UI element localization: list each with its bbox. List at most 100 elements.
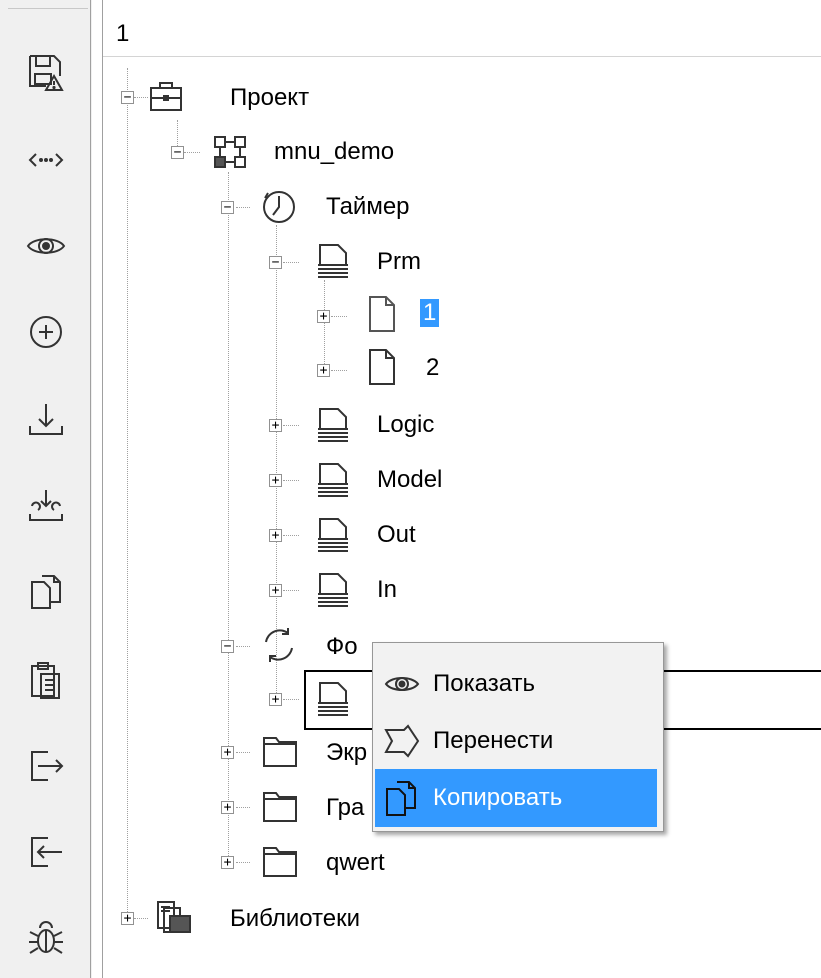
expand-toggle[interactable]: + bbox=[221, 856, 234, 869]
tree-line bbox=[236, 207, 250, 208]
tree-node-phone[interactable]: Фо bbox=[326, 633, 358, 661]
expand-toggle[interactable]: + bbox=[121, 912, 134, 925]
add-button[interactable] bbox=[20, 304, 72, 360]
tree-line bbox=[283, 262, 299, 263]
tree-line bbox=[236, 807, 250, 808]
import-icon bbox=[29, 490, 63, 521]
stack-icon bbox=[318, 463, 348, 497]
move-arrow-icon bbox=[384, 724, 420, 758]
tree-node-project[interactable]: Проект bbox=[230, 84, 309, 112]
tree-line bbox=[283, 480, 299, 481]
tree-node-libraries[interactable]: Библиотеки bbox=[230, 905, 360, 933]
view-button[interactable] bbox=[20, 218, 72, 274]
folder-icon bbox=[263, 792, 297, 822]
code-arrows-button[interactable] bbox=[20, 132, 72, 188]
copy-button[interactable] bbox=[20, 564, 72, 620]
expand-toggle[interactable]: + bbox=[221, 746, 234, 759]
folder-icon bbox=[263, 847, 297, 877]
login-icon bbox=[31, 837, 62, 867]
expand-toggle[interactable]: + bbox=[221, 801, 234, 814]
expand-toggle[interactable]: + bbox=[269, 584, 282, 597]
tree-line bbox=[236, 752, 250, 753]
paste-button[interactable] bbox=[20, 652, 72, 708]
collapse-toggle[interactable]: − bbox=[121, 91, 134, 104]
menu-item-label: Копировать bbox=[433, 784, 563, 811]
add-circle-icon bbox=[30, 316, 62, 348]
menu-item-label: Показать bbox=[433, 670, 536, 697]
tree-node-screens[interactable]: Экр bbox=[326, 739, 367, 767]
collapse-toggle[interactable]: − bbox=[269, 256, 282, 269]
briefcase-icon bbox=[150, 82, 182, 111]
tree-line bbox=[236, 646, 250, 647]
tree-node-graphs[interactable]: Гра bbox=[326, 794, 364, 822]
eye-icon bbox=[384, 677, 420, 691]
tree-node-mnu-demo[interactable]: mnu_demo bbox=[274, 138, 394, 166]
tree-header-label: 1 bbox=[116, 20, 130, 47]
library-icon bbox=[157, 901, 191, 933]
download-button[interactable] bbox=[20, 392, 72, 448]
tree-line bbox=[324, 280, 325, 370]
code-arrows-icon bbox=[28, 153, 64, 167]
tree-border bbox=[102, 0, 103, 978]
tree-node-in[interactable]: In bbox=[377, 576, 397, 604]
tree-line bbox=[134, 97, 148, 98]
expand-toggle[interactable]: + bbox=[269, 529, 282, 542]
expand-toggle[interactable]: + bbox=[317, 364, 330, 377]
tree-line bbox=[331, 370, 347, 371]
stack-icon bbox=[318, 244, 348, 278]
tree-line bbox=[283, 535, 299, 536]
collapse-toggle[interactable]: − bbox=[171, 146, 184, 159]
export-button[interactable] bbox=[20, 738, 72, 794]
stack-icon bbox=[318, 573, 348, 607]
tree-line bbox=[236, 862, 250, 863]
stack-icon bbox=[318, 682, 348, 716]
page-icon bbox=[369, 349, 395, 385]
tree-node-prm[interactable]: Prm bbox=[377, 248, 421, 276]
tree-line bbox=[134, 918, 148, 919]
debug-button[interactable] bbox=[20, 910, 72, 966]
tree-line bbox=[283, 590, 299, 591]
menu-item-move[interactable]: Перенести bbox=[375, 712, 657, 770]
tree-node-model[interactable]: Model bbox=[377, 466, 442, 494]
tree-line bbox=[184, 152, 200, 153]
expand-toggle[interactable]: + bbox=[317, 310, 330, 323]
stack-icon bbox=[318, 518, 348, 552]
tree-node-timer[interactable]: Таймер bbox=[326, 193, 410, 221]
expand-toggle[interactable]: + bbox=[269, 693, 282, 706]
export-icon bbox=[31, 751, 64, 781]
tree-header[interactable]: 1 bbox=[103, 10, 821, 57]
login-button[interactable] bbox=[20, 824, 72, 880]
left-toolbar bbox=[0, 0, 92, 978]
collapse-toggle[interactable]: − bbox=[221, 201, 234, 214]
menu-item-show[interactable]: Показать bbox=[375, 655, 657, 713]
page-icon bbox=[369, 296, 395, 332]
network-icon bbox=[214, 136, 246, 168]
expand-toggle[interactable]: + bbox=[269, 419, 282, 432]
bug-icon bbox=[29, 921, 63, 954]
save-warning-icon bbox=[29, 55, 64, 91]
collapse-toggle[interactable]: − bbox=[221, 640, 234, 653]
tree-node-2[interactable]: 2 bbox=[426, 354, 439, 382]
toolbar-divider bbox=[90, 0, 91, 978]
download-icon bbox=[29, 404, 63, 435]
save-button[interactable] bbox=[20, 44, 72, 100]
import-button[interactable] bbox=[20, 478, 72, 534]
clipboard-icon bbox=[31, 662, 60, 699]
copy-icon bbox=[31, 575, 61, 609]
tree-line bbox=[283, 425, 299, 426]
tree-node-1[interactable]: 1 bbox=[420, 299, 440, 327]
tree-node-logic[interactable]: Logic bbox=[377, 411, 434, 439]
context-menu: Показать Перенести Копировать bbox=[372, 642, 664, 832]
tree-node-out[interactable]: Out bbox=[377, 521, 416, 549]
clock-icon bbox=[263, 191, 295, 223]
tree-line bbox=[127, 68, 128, 920]
folder-icon bbox=[263, 737, 297, 767]
copy-icon bbox=[386, 781, 416, 816]
tree-line bbox=[283, 699, 299, 700]
expand-toggle[interactable]: + bbox=[269, 474, 282, 487]
eye-icon bbox=[26, 238, 66, 254]
tree-node-qwert[interactable]: qwert bbox=[326, 849, 385, 877]
menu-item-copy[interactable]: Копировать bbox=[375, 769, 657, 827]
tree-line bbox=[331, 316, 347, 317]
refresh-icon bbox=[265, 628, 293, 662]
